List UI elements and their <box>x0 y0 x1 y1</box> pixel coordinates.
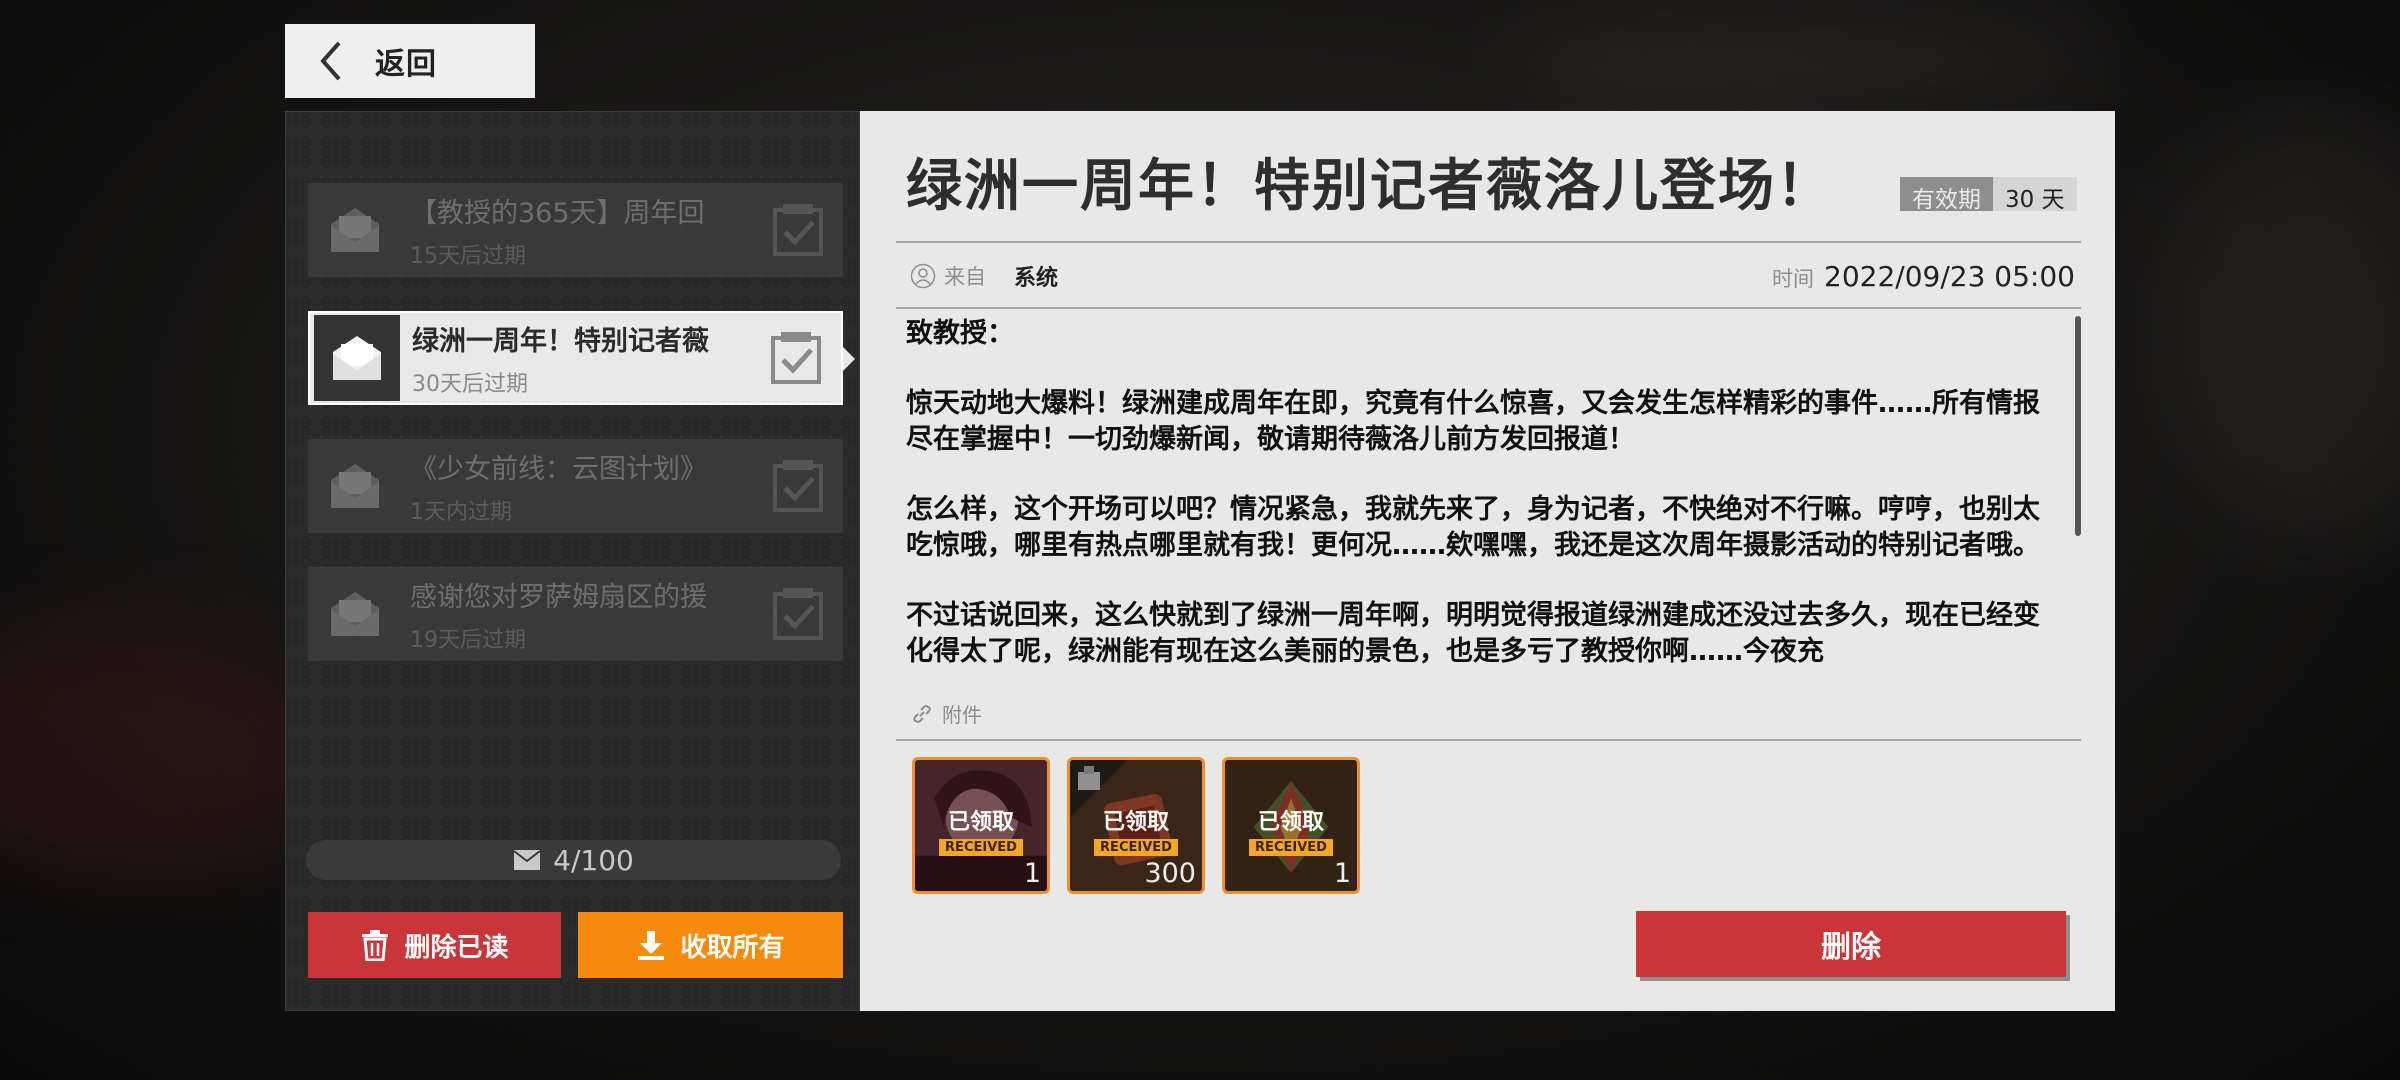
envelope-icon <box>312 443 398 529</box>
chevron-left-icon <box>320 41 341 81</box>
mail-title: 【教授的365天】周年回 <box>410 197 705 229</box>
mail-body-paragraph: 怎么样，这个开场可以吧？情况紧急，我就先来了，身为记者，不快绝对不行嘛。哼哼，也… <box>906 494 2040 561</box>
body-scrollbar[interactable] <box>2075 316 2081 536</box>
attachment-items: 已领取 RECEIVED 1 已领取 RECEIVED 300 已领取 RECE… <box>912 757 1377 894</box>
from-label: 来自 <box>944 265 986 289</box>
delete-label: 删除 <box>1821 930 1881 965</box>
time-label: 时间 <box>1772 266 1815 291</box>
collect-all-label: 收取所有 <box>680 932 785 963</box>
time-value: 2022/09/23 05:00 <box>1824 259 2075 293</box>
collect-all-button[interactable]: 收取所有 <box>578 912 843 978</box>
from-value: 系统 <box>1014 266 1059 291</box>
received-status: 已领取 <box>1102 810 1169 835</box>
mail-list-item[interactable]: 感谢您对罗萨姆扇区的援 19天后过期 <box>308 567 843 661</box>
divider <box>896 307 2081 309</box>
attachment-item[interactable]: 已领取 RECEIVED 300 <box>1067 757 1205 894</box>
mail-count-bar: 4/100 <box>306 840 841 880</box>
mail-list-item[interactable]: 《少女前线：云图计划》 1天内过期 <box>308 439 843 533</box>
mail-detail-title: 绿洲一周年！特别记者薇洛儿登场！ <box>906 154 1834 219</box>
background-glow <box>1500 0 2100 120</box>
received-tag: RECEIVED <box>1249 839 1333 856</box>
item-quantity: 1 <box>1333 858 1351 889</box>
mail-list-item-selected[interactable]: 绿洲一周年！特别记者薇 30天后过期 <box>308 311 855 405</box>
envelope-icon <box>312 187 398 273</box>
envelope-icon <box>312 571 398 657</box>
mail-title: 绿洲一周年！特别记者薇 <box>412 325 709 357</box>
mail-icon <box>513 850 541 870</box>
mail-list-panel: 【教授的365天】周年回 15天后过期 绿洲一周年！特别记者薇 30天后过期 《… <box>285 111 860 1011</box>
mail-title: 《少女前线：云图计划》 <box>410 453 707 485</box>
attachment-header: 附件 <box>910 699 982 728</box>
item-quantity: 300 <box>1144 858 1196 889</box>
back-button[interactable]: 返回 <box>285 24 535 98</box>
background-glow <box>2150 120 2400 540</box>
validity-badge: 有效期 30 天 <box>1900 177 2077 213</box>
mail-meta-row: 来自 系统 时间 2022/09/23 05:00 <box>910 256 2075 296</box>
mail-body-paragraph: 不过话说回来，这么快就到了绿洲一周年啊，明明觉得报道绿洲建成还没过去多久，现在已… <box>906 600 2040 667</box>
mail-detail-panel: 绿洲一周年！特别记者薇洛儿登场！ 有效期 30 天 来自 系统 时间 2022/… <box>860 111 2115 1011</box>
read-check-icon <box>773 204 823 256</box>
download-icon <box>638 931 665 960</box>
mail-body[interactable]: 致教授： 惊天动地大爆料！绿洲建成周年在即，究竟有什么惊喜，又会发生怎样精彩的事… <box>906 316 2066 806</box>
back-label: 返回 <box>375 47 437 82</box>
delete-mail-button[interactable]: 删除 <box>1636 911 2066 977</box>
received-tag: RECEIVED <box>939 839 1023 856</box>
selection-pointer <box>843 347 855 371</box>
validity-value: 30 天 <box>1993 177 2077 213</box>
delete-read-button[interactable]: 删除已读 <box>308 912 561 978</box>
trash-icon <box>362 930 389 961</box>
mail-count: 4/100 <box>553 843 634 877</box>
read-check-icon <box>773 460 823 512</box>
divider <box>896 241 2081 243</box>
received-status: 已领取 <box>1257 810 1324 835</box>
validity-label: 有效期 <box>1900 177 1993 213</box>
attachment-item[interactable]: 已领取 RECEIVED 1 <box>912 757 1050 894</box>
attachment-label: 附件 <box>942 703 982 727</box>
attachment-item[interactable]: 已领取 RECEIVED 1 <box>1222 757 1360 894</box>
delete-read-label: 删除已读 <box>404 932 509 963</box>
divider <box>896 739 2081 741</box>
read-check-icon <box>771 332 821 384</box>
mail-expiry: 30天后过期 <box>412 371 528 397</box>
mail-list-item[interactable]: 【教授的365天】周年回 15天后过期 <box>308 183 843 277</box>
link-icon <box>913 704 931 723</box>
mail-body-paragraph: 惊天动地大爆料！绿洲建成周年在即，究竟有什么惊喜，又会发生怎样精彩的事件……所有… <box>906 388 2040 455</box>
read-check-icon <box>773 588 823 640</box>
item-quantity: 1 <box>1023 858 1041 889</box>
mail-expiry: 19天后过期 <box>410 627 526 653</box>
envelope-icon <box>314 315 400 401</box>
received-tag: RECEIVED <box>1094 839 1178 856</box>
received-status: 已领取 <box>947 810 1014 835</box>
mail-expiry: 1天内过期 <box>410 499 512 525</box>
mail-title: 感谢您对罗萨姆扇区的援 <box>410 581 707 613</box>
user-icon <box>910 263 936 289</box>
mail-body-paragraph: 致教授： <box>906 318 1014 349</box>
mail-expiry: 15天后过期 <box>410 243 526 269</box>
